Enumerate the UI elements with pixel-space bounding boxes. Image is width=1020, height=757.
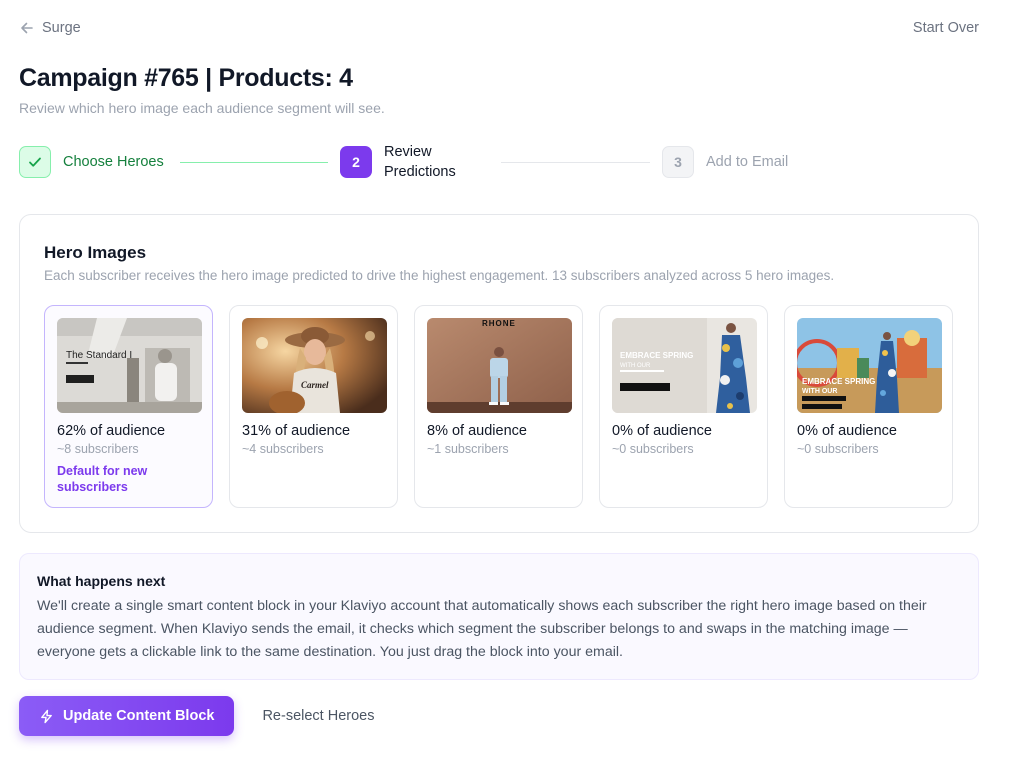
thumb-text: EMBRACE SPRING [620, 351, 693, 360]
audience-percent: 8% of audience [427, 423, 527, 439]
hero-thumbnail: The Standard I [57, 318, 202, 413]
check-icon [19, 146, 51, 178]
step-label-line: Predictions [384, 164, 456, 180]
step-add-to-email[interactable]: 3 Add to Email [662, 146, 788, 178]
update-content-block-button[interactable]: Update Content Block [19, 696, 235, 736]
hero-thumbnail: EMBRACE SPRING WITH OUR [797, 318, 942, 413]
subscriber-count: ~0 subscribers [797, 442, 879, 456]
what-happens-next-panel: What happens next We'll create a single … [19, 553, 979, 680]
step-connector [501, 162, 650, 163]
reselect-heroes-button[interactable]: Re-select Heroes [262, 708, 374, 724]
audience-percent: 0% of audience [612, 423, 712, 439]
next-title: What happens next [37, 573, 166, 589]
thumb-subtext: WITH OUR [802, 388, 837, 395]
step-choose-heroes[interactable]: Choose Heroes [19, 146, 164, 178]
step-label: Choose Heroes [63, 154, 164, 170]
hero-images-panel: Hero Images Each subscriber receives the… [19, 214, 979, 533]
hero-thumbnail: Carmel [242, 318, 387, 413]
step-connector [180, 162, 328, 163]
hero-card[interactable]: EMBRACE SPRING WITH OUR 0% of audience ~… [784, 305, 953, 508]
audience-percent: 31% of audience [242, 423, 351, 439]
back-link[interactable]: Surge [19, 20, 81, 36]
subscriber-count: ~4 subscribers [242, 442, 324, 456]
hero-thumbnail: EMBRACE SPRING WITH OUR [612, 318, 757, 413]
default-badge: Default for new subscribers [57, 464, 148, 494]
hero-images-title: Hero Images [44, 243, 147, 262]
progress-stepper: Choose Heroes 2 Review Predictions 3 Add… [19, 142, 789, 182]
page-subtitle: Review which hero image each audience se… [19, 100, 385, 116]
lightning-icon [41, 709, 52, 723]
arrow-left-icon [21, 22, 33, 34]
thumb-text: RHONE [482, 319, 516, 328]
start-over-link[interactable]: Start Over [913, 20, 979, 36]
subscriber-count: ~0 subscribers [612, 442, 694, 456]
hero-card[interactable]: RHONE 8% of audience ~1 subscribers [414, 305, 583, 508]
subscriber-count: ~1 subscribers [427, 442, 509, 456]
hero-card-list: The Standard I 62% of audience ~8 subscr… [44, 305, 953, 508]
next-body: We'll create a single smart content bloc… [37, 598, 927, 660]
back-label: Surge [42, 20, 81, 36]
thumb-text: The Standard I [66, 350, 132, 361]
update-button-label: Update Content Block [63, 708, 215, 724]
subscriber-count: ~8 subscribers [57, 442, 139, 456]
hero-images-description: Each subscriber receives the hero image … [44, 268, 835, 283]
thumb-text: EMBRACE SPRING [802, 377, 875, 386]
audience-percent: 0% of audience [797, 423, 897, 439]
hero-card[interactable]: Carmel 31% of audience ~4 subscribers [229, 305, 398, 508]
page-title: Campaign #765 | Products: 4 [19, 64, 353, 92]
hero-card[interactable]: The Standard I 62% of audience ~8 subscr… [44, 305, 213, 508]
step-label-line: Review [384, 144, 432, 160]
step-label: Review Predictions [384, 142, 456, 182]
audience-percent: 62% of audience [57, 423, 166, 439]
step-number: 3 [662, 146, 694, 178]
hero-thumbnail: RHONE [427, 318, 572, 413]
thumb-subtext: WITH OUR [620, 363, 651, 369]
step-number: 2 [340, 146, 372, 178]
thumb-text: Carmel [301, 380, 329, 390]
action-bar: Update Content Block Re-select Heroes [19, 696, 374, 736]
step-label: Add to Email [706, 154, 789, 170]
step-review-predictions[interactable]: 2 Review Predictions [340, 142, 456, 182]
top-bar: Surge Start Over [19, 18, 979, 38]
hero-card[interactable]: EMBRACE SPRING WITH OUR 0% of audience ~… [599, 305, 768, 508]
